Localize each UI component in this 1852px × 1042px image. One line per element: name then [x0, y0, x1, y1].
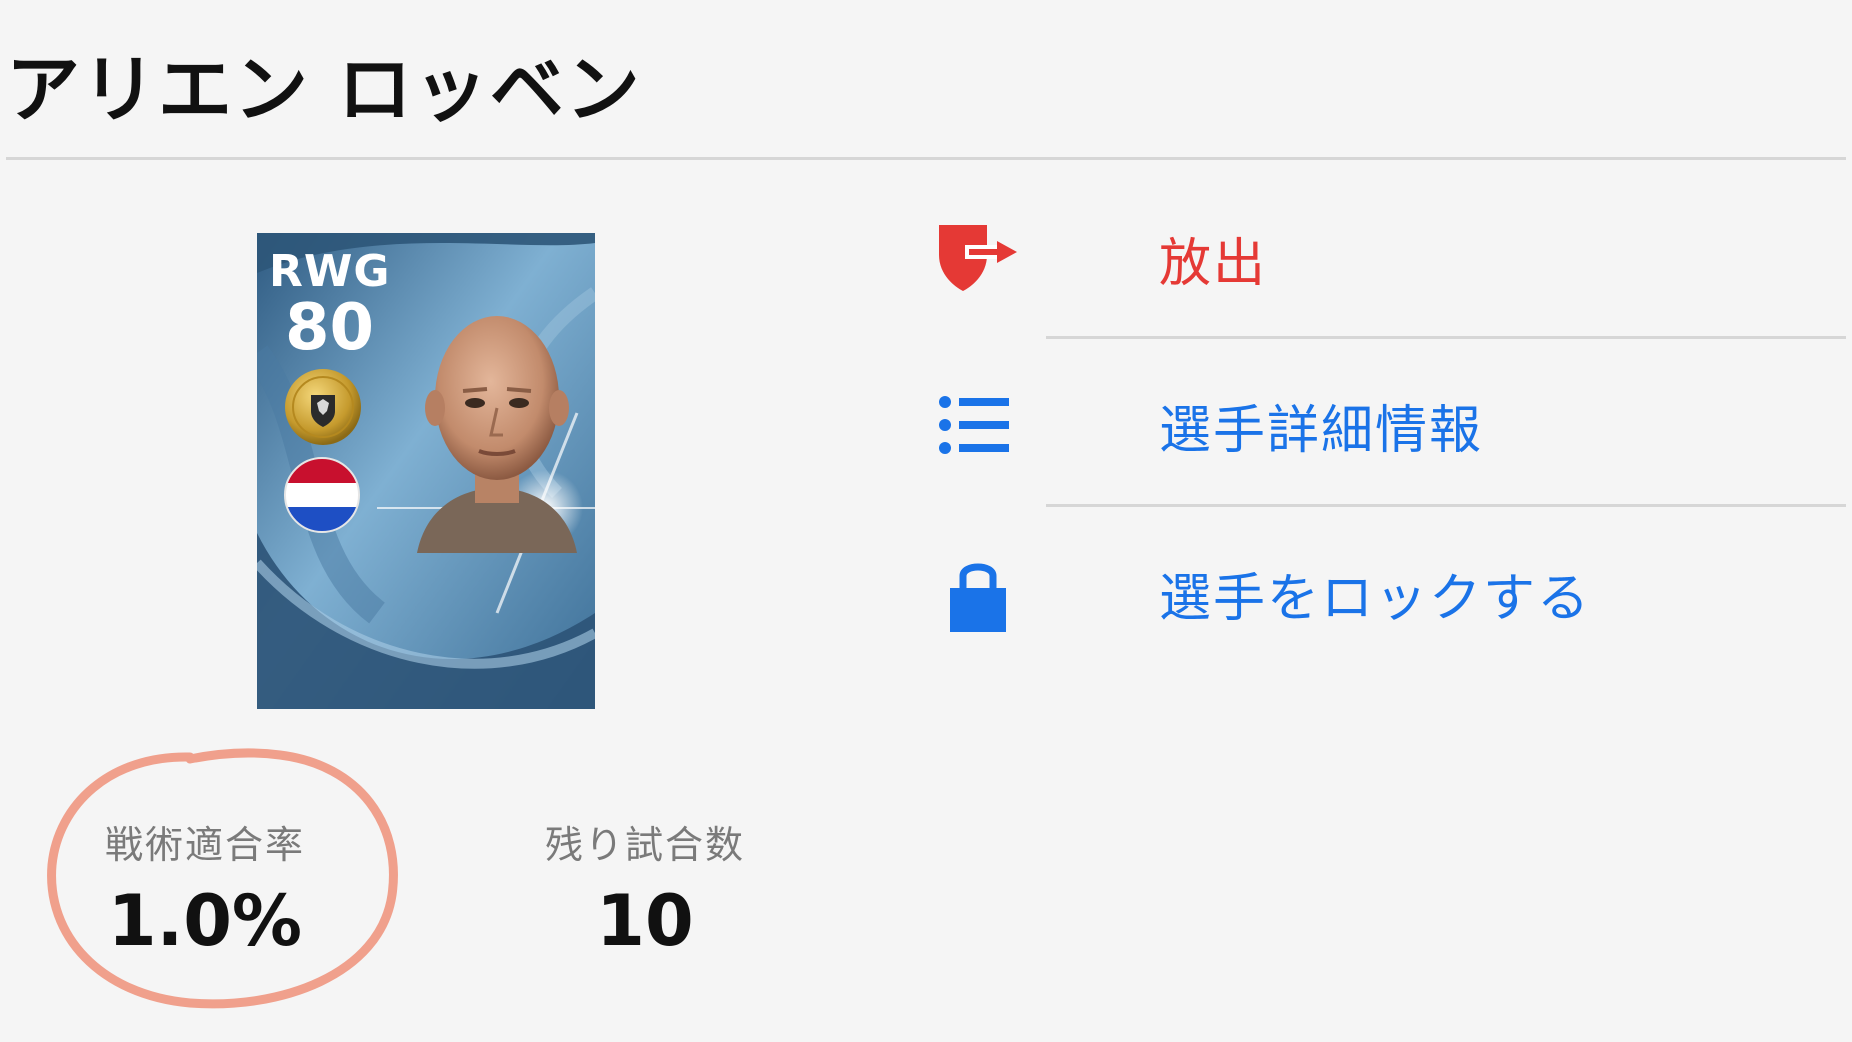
player-card[interactable]: RWG 80	[257, 233, 595, 709]
lock-icon	[935, 550, 1021, 636]
club-crest-icon	[285, 369, 361, 445]
list-icon	[935, 382, 1021, 468]
card-position: RWG	[269, 246, 391, 297]
remaining-matches-stat: 残り試合数 10	[530, 820, 760, 966]
release-player-button[interactable]: 放出	[935, 203, 1845, 313]
title-divider	[6, 157, 1846, 160]
release-label: 放出	[1159, 233, 1268, 294]
player-portrait	[417, 316, 577, 553]
player-details-label: 選手詳細情報	[1159, 400, 1484, 461]
remaining-matches-value: 10	[596, 880, 694, 962]
remaining-matches-label: 残り試合数	[544, 823, 745, 867]
netherlands-flag-icon	[284, 457, 360, 533]
player-details-button[interactable]: 選手詳細情報	[935, 370, 1845, 480]
tactic-fit-value: 1.0%	[107, 880, 303, 962]
tactic-fit-stat: 戦術適合率 1.0%	[90, 820, 320, 966]
lock-player-button[interactable]: 選手をロックする	[935, 538, 1845, 648]
menu-divider	[1046, 336, 1846, 339]
lock-player-label: 選手をロックする	[1159, 568, 1592, 629]
menu-divider	[1046, 504, 1846, 507]
tactic-fit-label: 戦術適合率	[104, 823, 305, 867]
player-name-title: アリエン ロッベン	[6, 47, 642, 133]
exit-shield-icon	[935, 215, 1021, 301]
card-rating: 80	[285, 291, 375, 365]
